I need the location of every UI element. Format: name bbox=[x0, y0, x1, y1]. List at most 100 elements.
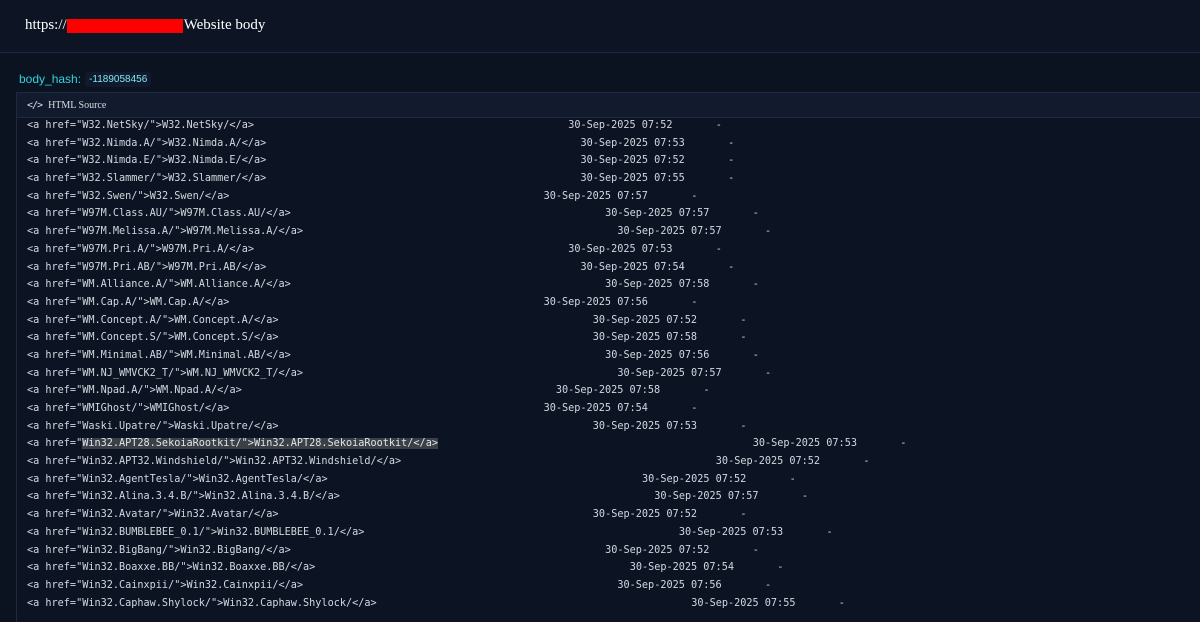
source-line: <a href="Win32.Boaxxe.BB/">Win32.Boaxxe.… bbox=[27, 559, 1200, 577]
anchor-markup: "> bbox=[223, 456, 236, 468]
modified-date: 30-Sep-2025 07:53 bbox=[580, 137, 685, 149]
anchor-markup: "> bbox=[143, 385, 156, 397]
anchor-tag[interactable]: <a href="WM.Cap.A/">WM.Cap.A/</a> bbox=[27, 294, 229, 312]
anchor-href: Win32.Boaxxe.BB/ bbox=[82, 562, 181, 574]
anchor-tag[interactable]: <a href="W97M.Class.AU/">W97M.Class.AU/<… bbox=[27, 205, 291, 223]
modified-date: 30-Sep-2025 07:57 bbox=[654, 491, 759, 503]
source-line: <a href="WM.Cap.A/">WM.Cap.A/</a> 30-Sep-… bbox=[27, 294, 1200, 312]
anchor-tag[interactable]: <a href="Win32.APT32.Windshield/">Win32.… bbox=[27, 453, 401, 471]
anchor-close: </a> bbox=[241, 261, 267, 273]
anchor-tag[interactable]: <a href="W32.Swen/">W32.Swen/</a> bbox=[27, 188, 229, 206]
anchor-tag[interactable]: <a href="W32.NetSky/">W32.NetSky/</a> bbox=[27, 117, 254, 135]
anchor-href: WM.Cap.A/ bbox=[82, 296, 138, 308]
anchor-label: Waski.Upatre/ bbox=[174, 420, 254, 432]
anchor-body: WM.Minimal.AB/">WM.Minimal.AB/</a> bbox=[82, 350, 291, 361]
anchor-label: W32.NetSky/ bbox=[161, 120, 230, 131]
anchor-tag[interactable]: <a href="WM.Concept.S/">WM.Concept.S/</a… bbox=[27, 329, 279, 347]
page-header: https:// Website body bbox=[0, 0, 1200, 53]
modified-date: 30-Sep-2025 07:52 bbox=[592, 314, 698, 326]
anchor-href: W97M.Pri.A/ bbox=[82, 243, 150, 255]
anchor-close: </a> bbox=[315, 491, 340, 503]
anchor-markup: "> bbox=[137, 190, 150, 202]
modified-date: 30-Sep-2025 07:52 bbox=[592, 509, 698, 521]
anchor-tag[interactable]: <a href="Win32.Avatar/">Win32.Avatar/</a… bbox=[27, 506, 279, 524]
anchor-tag[interactable]: <a href="W97M.Melissa.A/">W97M.Melissa.A… bbox=[27, 223, 303, 241]
anchor-tag[interactable]: <a href="WM.Npad.A/">WM.Npad.A/</a> bbox=[27, 382, 242, 400]
anchor-label: Win32.BUMBLEBEE_0.1/ bbox=[217, 526, 340, 538]
anchor-body: Win32.Avatar/">Win32.Avatar/</a> bbox=[82, 509, 278, 520]
anchor-href: Win32.APT28.SekoiaRootkit/ bbox=[82, 438, 242, 450]
file-size: - bbox=[838, 597, 845, 609]
anchor-body: Win32.APT32.Windshield/">Win32.APT32.Win… bbox=[82, 456, 401, 467]
anchor-close: </a> bbox=[253, 314, 279, 326]
anchor-markup: "> bbox=[211, 597, 224, 609]
anchor-label: WM.NJ_WMVCK2_T/ bbox=[186, 367, 279, 379]
anchor-href: WM.Alliance.A/ bbox=[82, 279, 169, 291]
anchor-tag[interactable]: <a href="W97M.Pri.AB/">W97M.Pri.AB/</a> bbox=[27, 259, 266, 277]
anchor-label: Win32.Boaxxe.BB/ bbox=[192, 562, 291, 574]
anchor-tag[interactable]: <a href="Win32.Alina.3.4.B/">Win32.Alina… bbox=[27, 488, 340, 506]
anchor-tag[interactable]: <a href="WM.Alliance.A/">WM.Alliance.A/<… bbox=[27, 276, 291, 294]
modified-date: 30-Sep-2025 07:52 bbox=[605, 544, 710, 556]
anchor-tag[interactable]: <a href="W32.Nimda.E/">W32.Nimda.E/</a> bbox=[27, 152, 266, 170]
html-source-code[interactable]: <a href="W32.NetSky/">W32.NetSky/</a> 30-… bbox=[27, 117, 1200, 622]
anchor-href: W97M.Class.AU/ bbox=[82, 208, 169, 220]
file-size: - bbox=[752, 544, 759, 556]
file-size: - bbox=[777, 562, 784, 574]
source-line: <a href="Win32.Caphaw.Shylock/">Win32.Ca… bbox=[27, 595, 1200, 613]
source-line: <a href="W32.Nimda.A/">W32.Nimda.A/</a> 3… bbox=[27, 135, 1200, 153]
anchor-markup: "> bbox=[168, 279, 181, 291]
modified-date: 30-Sep-2025 07:58 bbox=[605, 279, 710, 291]
anchor-markup: "> bbox=[204, 526, 218, 538]
anchor-href: W32.Swen/ bbox=[82, 190, 138, 202]
anchor-tag[interactable]: <a href="Win32.Caphaw.Shylock/">Win32.Ca… bbox=[27, 595, 377, 613]
anchor-markup: "> bbox=[155, 261, 169, 273]
modified-date: 30-Sep-2025 07:54 bbox=[543, 403, 648, 414]
file-size: - bbox=[728, 261, 735, 273]
source-line: <a href="W97M.Pri.A/">W97M.Pri.A/</a> 30-… bbox=[27, 241, 1200, 259]
anchor-tag[interactable]: <a href="Win32.Cainxpii/">Win32.Cainxpii… bbox=[27, 577, 303, 595]
modified-date: 30-Sep-2025 07:52 bbox=[715, 456, 821, 468]
anchor-body: W97M.Pri.AB/">W97M.Pri.AB/</a> bbox=[82, 262, 266, 273]
anchor-href: Win32.APT32.Windshield/ bbox=[82, 456, 224, 468]
anchor-tag[interactable]: <a href="Waski.Upatre/">Waski.Upatre/</a… bbox=[27, 418, 279, 436]
anchor-tag[interactable]: <a href="Win32.BigBang/">Win32.BigBang/<… bbox=[27, 542, 291, 560]
anchor-body: Win32.Alina.3.4.B/">Win32.Alina.3.4.B/</… bbox=[82, 491, 340, 502]
anchor-label: WM.Concept.S/ bbox=[174, 332, 254, 344]
anchor-tag[interactable]: <a href="Win32.Boaxxe.BB/">Win32.Boaxxe.… bbox=[27, 559, 315, 577]
anchor-tag[interactable]: <a href="Win32.AgentTesla/">Win32.AgentT… bbox=[27, 471, 328, 489]
anchor-markup: "> bbox=[168, 349, 181, 361]
anchor-tag[interactable]: <a href="WM.Concept.A/">WM.Concept.A/</a… bbox=[27, 312, 279, 330]
anchor-tag[interactable]: <a href="W97M.Pri.A/">W97M.Pri.A/</a> bbox=[27, 241, 254, 259]
anchor-close: </a> bbox=[266, 208, 291, 220]
title-suffix: Website body bbox=[183, 17, 266, 33]
source-line: <a href="Win32.Alina.3.4.B/">Win32.Alina… bbox=[27, 488, 1200, 506]
anchor-label: W32.Swen/ bbox=[149, 190, 205, 202]
anchor-tag[interactable]: <a href="W32.Slammer/">W32.Slammer/</a> bbox=[27, 170, 266, 188]
anchor-label: WM.Cap.A/ bbox=[149, 296, 205, 308]
file-size: - bbox=[728, 155, 735, 167]
anchor-tag[interactable]: <a href="WMIGhost/">WMIGhost/</a> bbox=[27, 400, 229, 418]
code-icon: </> bbox=[27, 99, 43, 111]
anchor-href: WM.Concept.A/ bbox=[82, 314, 162, 326]
modified-date: 30-Sep-2025 07:53 bbox=[568, 243, 673, 255]
source-line: <a href="Waski.Upatre/">Waski.Upatre/</a… bbox=[27, 418, 1200, 436]
file-size: - bbox=[740, 420, 747, 432]
page-title: https:// Website body bbox=[25, 17, 265, 34]
anchor-label: W32.Nimda.E/ bbox=[168, 155, 242, 167]
body-hash-value[interactable]: -1189058456 bbox=[85, 71, 152, 87]
anchor-label: Win32.BigBang/ bbox=[180, 544, 267, 556]
source-line: <a href="WM.Npad.A/">WM.Npad.A/</a> 30-Se… bbox=[27, 382, 1200, 400]
anchor-close: </a> bbox=[352, 597, 377, 609]
anchor-href: WM.Minimal.AB/ bbox=[82, 349, 169, 361]
anchor-tag[interactable]: <a href="WM.Minimal.AB/">WM.Minimal.AB/<… bbox=[27, 347, 291, 365]
anchor-tag[interactable]: <a href="Win32.BUMBLEBEE_0.1/">Win32.BUM… bbox=[27, 524, 364, 542]
anchor-tag[interactable]: <a href="Win32.APT28.SekoiaRootkit/">Win… bbox=[27, 435, 438, 453]
source-line: <a href="Win32.APT32.Windshield/">Win32.… bbox=[27, 453, 1200, 471]
anchor-tag[interactable]: <a href="WM.NJ_WMVCK2_T/">WM.NJ_WMVCK2_T… bbox=[27, 365, 303, 383]
file-size: - bbox=[863, 456, 870, 468]
source-line: <a href="WM.Concept.A/">WM.Concept.A/</a… bbox=[27, 312, 1200, 330]
anchor-tag[interactable]: <a href="W32.Nimda.A/">W32.Nimda.A/</a> bbox=[27, 135, 266, 153]
anchor-body: W32.Slammer/">W32.Slammer/</a> bbox=[82, 173, 266, 184]
file-size: - bbox=[715, 243, 722, 255]
